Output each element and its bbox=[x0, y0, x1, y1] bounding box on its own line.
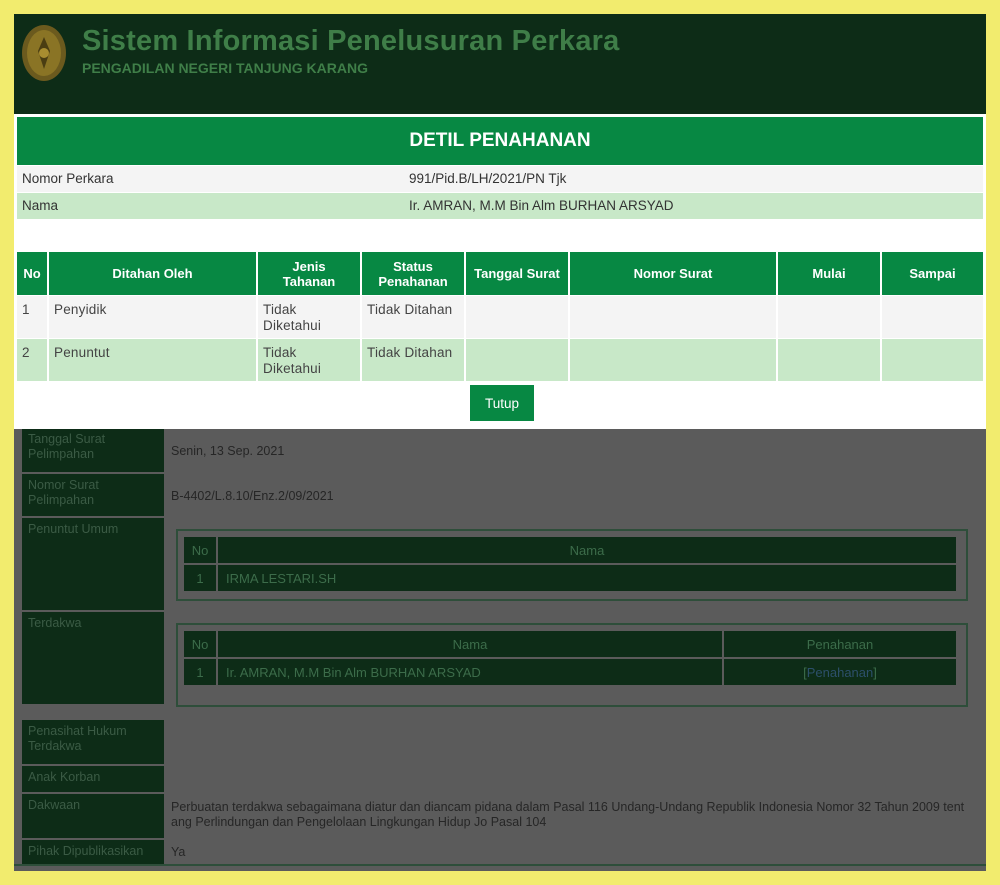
cell-status-penahanan: Tidak Ditahan bbox=[362, 339, 464, 381]
cell-jenis-tahanan: Tidak Diketahui bbox=[258, 296, 360, 338]
cell-no: 1 bbox=[17, 296, 47, 338]
app-title: Sistem Informasi Penelusuran Perkara bbox=[82, 25, 620, 57]
terdakwa-col-penahanan: Penahanan bbox=[724, 631, 956, 657]
terdakwa-row-nama: Ir. AMRAN, M.M Bin Alm BURHAN ARSYAD bbox=[218, 659, 722, 685]
col-nomor-surat: Nomor Surat bbox=[570, 252, 776, 295]
value-dakwaan: Perbuatan terdakwa sebagaimana diatur da… bbox=[171, 800, 965, 829]
col-mulai: Mulai bbox=[778, 252, 880, 295]
label-anak-korban: Anak Korban bbox=[22, 766, 164, 792]
label-tanggal-surat-pelimpahan: Tanggal Surat Pelimpahan bbox=[22, 428, 164, 472]
col-no: No bbox=[17, 252, 47, 295]
table-row: 1 Penyidik Tidak Diketahui Tidak Ditahan bbox=[17, 296, 983, 338]
close-button[interactable]: Tutup bbox=[470, 385, 534, 421]
court-emblem-icon bbox=[22, 25, 66, 81]
value-tanggal-surat-pelimpahan: Senin, 13 Sep. 2021 bbox=[171, 444, 285, 458]
cell-tanggal-surat bbox=[466, 296, 568, 338]
info-row-nama: Nama Ir. AMRAN, M.M Bin Alm BURHAN ARSYA… bbox=[17, 193, 983, 219]
value-nomor-surat-pelimpahan: B-4402/L.8.10/Enz.2/09/2021 bbox=[171, 489, 334, 503]
detention-detail-modal: DETIL PENAHANAN Nomor Perkara 991/Pid.B/… bbox=[14, 114, 986, 429]
cell-mulai bbox=[778, 296, 880, 338]
penuntut-row-nama: IRMA LESTARI.SH bbox=[218, 565, 956, 591]
cell-status-penahanan: Tidak Ditahan bbox=[362, 296, 464, 338]
label-pihak-dipublikasikan: Pihak Dipublikasikan bbox=[22, 840, 164, 866]
penuntut-col-nama: Nama bbox=[218, 537, 956, 563]
label-nomor-surat-pelimpahan: Nomor Surat Pelimpahan bbox=[22, 474, 164, 516]
cell-sampai bbox=[882, 296, 983, 338]
site-header: Sistem Informasi Penelusuran Perkara PEN… bbox=[14, 14, 986, 114]
cell-sampai bbox=[882, 339, 983, 381]
terdakwa-col-no: No bbox=[184, 631, 216, 657]
cell-nomor-surat bbox=[570, 296, 776, 338]
cell-no: 2 bbox=[17, 339, 47, 381]
modal-title: DETIL PENAHANAN bbox=[17, 117, 983, 165]
info-label: Nomor Perkara bbox=[22, 171, 114, 186]
cell-tanggal-surat bbox=[466, 339, 568, 381]
terdakwa-row-no: 1 bbox=[184, 659, 216, 685]
cell-ditahan-oleh: Penyidik bbox=[49, 296, 256, 338]
penuntut-row-no: 1 bbox=[184, 565, 216, 591]
col-jenis-tahanan: Jenis Tahanan bbox=[258, 252, 360, 295]
col-status-penahanan: Status Penahanan bbox=[362, 252, 464, 295]
cell-nomor-surat bbox=[570, 339, 776, 381]
col-tanggal-surat: Tanggal Surat bbox=[466, 252, 568, 295]
col-sampai: Sampai bbox=[882, 252, 983, 295]
col-ditahan-oleh: Ditahan Oleh bbox=[49, 252, 256, 295]
label-terdakwa: Terdakwa bbox=[22, 612, 164, 704]
terdakwa-table: No Nama Penahanan 1 Ir. AMRAN, M.M Bin A… bbox=[176, 623, 968, 707]
table-row: 2 Penuntut Tidak Diketahui Tidak Ditahan bbox=[17, 339, 983, 381]
terdakwa-col-nama: Nama bbox=[218, 631, 722, 657]
label-penuntut-umum: Penuntut Umum bbox=[22, 518, 164, 610]
penahanan-link[interactable]: Penahanan bbox=[807, 665, 874, 680]
penuntut-umum-table: No Nama 1 IRMA LESTARI.SH bbox=[176, 529, 968, 601]
penuntut-col-no: No bbox=[184, 537, 216, 563]
case-detail-background: Tanggal Surat Pelimpahan Senin, 13 Sep. … bbox=[14, 428, 986, 871]
cell-jenis-tahanan: Tidak Diketahui bbox=[258, 339, 360, 381]
cell-ditahan-oleh: Penuntut bbox=[49, 339, 256, 381]
app-subtitle: PENGADILAN NEGERI TANJUNG KARANG bbox=[82, 60, 368, 76]
detention-table-header: No Ditahan Oleh Jenis Tahanan Status Pen… bbox=[17, 252, 983, 295]
info-value: 991/Pid.B/LH/2021/PN Tjk bbox=[409, 171, 567, 186]
browser-page: Sistem Informasi Penelusuran Perkara PEN… bbox=[14, 14, 986, 871]
terdakwa-row-penahanan: [Penahanan] bbox=[724, 659, 956, 685]
cell-mulai bbox=[778, 339, 880, 381]
info-label: Nama bbox=[22, 198, 59, 213]
label-penasihat-hukum: Penasihat Hukum Terdakwa bbox=[22, 720, 164, 764]
divider bbox=[14, 864, 986, 866]
value-pihak-dipublikasikan: Ya bbox=[171, 845, 186, 859]
info-value: Ir. AMRAN, M.M Bin Alm BURHAN ARSYAD bbox=[409, 198, 674, 213]
label-dakwaan: Dakwaan bbox=[22, 794, 164, 838]
info-row-nomor-perkara: Nomor Perkara 991/Pid.B/LH/2021/PN Tjk bbox=[17, 166, 983, 192]
